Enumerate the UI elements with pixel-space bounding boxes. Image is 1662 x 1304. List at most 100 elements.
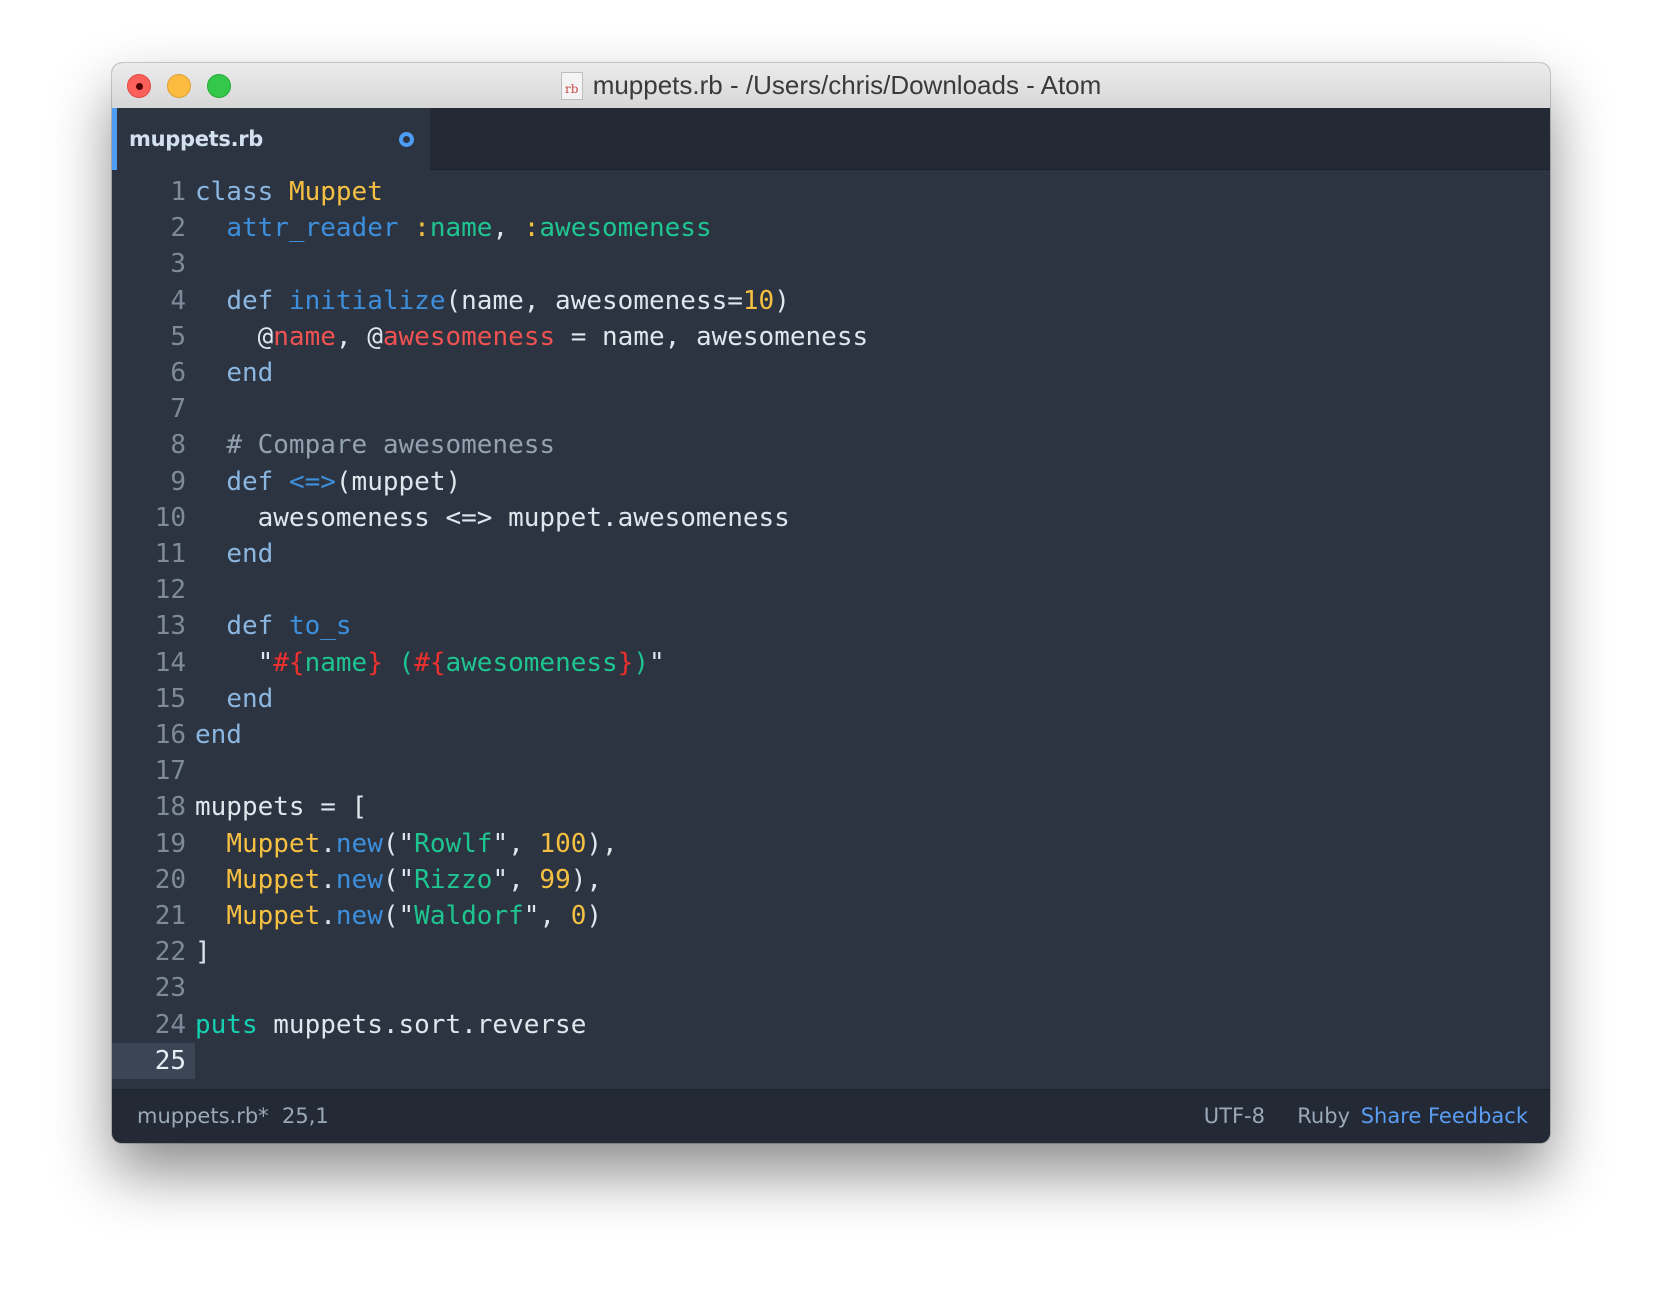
token-interp: }	[617, 647, 634, 678]
text-cursor	[195, 1046, 197, 1076]
token-kw: end	[226, 358, 274, 388]
line-number[interactable]: 2	[112, 210, 186, 246]
text-editor[interactable]: 1 class Muppet 2 attr_reader :name, :aweso…	[112, 170, 1550, 1090]
token-plain: "	[195, 647, 274, 678]
code-line[interactable]: 24 puts muppets.sort.reverse	[112, 1007, 1550, 1043]
token-sym: awesomeness	[539, 213, 712, 244]
line-number[interactable]: 22	[112, 934, 186, 970]
code-line[interactable]: 16 end	[112, 717, 1550, 753]
status-file-name[interactable]: muppets.rb*	[137, 1104, 269, 1128]
token-kw: end	[195, 720, 242, 750]
token-plain: muppets = [	[195, 792, 368, 823]
line-code: ]	[195, 934, 211, 970]
line-number[interactable]: 9	[112, 464, 186, 500]
line-number[interactable]: 11	[112, 536, 186, 572]
line-code: Muppet.new("Rowlf", 100),	[195, 826, 618, 862]
status-grammar[interactable]: Ruby	[1297, 1104, 1350, 1128]
token-plain: ),	[586, 828, 618, 859]
line-number[interactable]: 5	[112, 319, 186, 355]
token-plain: awesomeness <=> muppet.awesomeness	[195, 502, 790, 533]
token-str: (	[382, 647, 415, 678]
line-code: awesomeness <=> muppet.awesomeness	[195, 500, 790, 536]
status-cursor-position[interactable]: 25,1	[282, 1104, 329, 1128]
status-encoding[interactable]: UTF-8	[1204, 1104, 1265, 1128]
code-line[interactable]: 6 end	[112, 355, 1550, 391]
code-line[interactable]: 8 # Compare awesomeness	[112, 427, 1550, 463]
line-number[interactable]: 17	[112, 753, 186, 789]
token-cm: # Compare awesomeness	[226, 430, 556, 461]
line-number[interactable]: 21	[112, 898, 186, 934]
tab-bar: muppets.rb	[112, 108, 1550, 170]
line-number[interactable]: 6	[112, 355, 186, 391]
code-line[interactable]: 25	[112, 1042, 1550, 1079]
code-line[interactable]: 19 Muppet.new("Rowlf", 100),	[112, 826, 1550, 862]
line-number[interactable]: 14	[112, 645, 186, 681]
title-bar[interactable]: rb muppets.rb - /Users/chris/Downloads -…	[112, 63, 1550, 109]
line-code: "#{name} (#{awesomeness})"	[195, 645, 665, 681]
line-number[interactable]: 23	[112, 970, 186, 1006]
line-number[interactable]: 16	[112, 717, 186, 753]
token-plain: ),	[570, 864, 603, 895]
code-line[interactable]: 9 def <=>(muppet)	[112, 464, 1550, 500]
token-fn: to_s	[288, 611, 352, 642]
code-line[interactable]: 21 Muppet.new("Waldorf", 0)	[112, 898, 1550, 934]
line-number[interactable]: 3	[112, 246, 186, 282]
line-number[interactable]: 20	[112, 862, 186, 898]
token-cls: Muppet	[226, 901, 321, 931]
code-line[interactable]: 7	[112, 391, 1550, 427]
token-str: Rowlf	[414, 828, 493, 859]
code-line[interactable]: 3	[112, 246, 1550, 282]
line-number[interactable]: 25	[112, 1042, 195, 1079]
line-number[interactable]: 18	[112, 789, 186, 825]
code-line[interactable]: 13 def to_s	[112, 608, 1550, 644]
line-number[interactable]: 1	[112, 174, 186, 210]
line-number[interactable]: 24	[112, 1007, 186, 1043]
modified-indicator-icon[interactable]	[399, 132, 414, 147]
code-line[interactable]: 1 class Muppet	[112, 174, 1550, 210]
code-line[interactable]: 5 @name, @awesomeness = name, awesomenes…	[112, 319, 1550, 355]
token-num: 10	[742, 285, 775, 316]
line-number[interactable]: 7	[112, 391, 186, 427]
token-plain: .	[320, 828, 336, 859]
token-cls: Muppet	[226, 828, 321, 859]
share-feedback-link[interactable]: Share Feedback	[1361, 1104, 1528, 1128]
token-ivar: awesomeness	[382, 321, 556, 352]
code-line[interactable]: 14 "#{name} (#{awesomeness})"	[112, 645, 1550, 681]
token-plain: muppets.sort.reverse	[257, 1009, 587, 1040]
code-line[interactable]: 2 attr_reader :name, :awesomeness	[112, 210, 1550, 246]
code-line[interactable]: 18 muppets = [	[112, 789, 1550, 825]
code-line[interactable]: 12	[112, 572, 1550, 608]
code-line[interactable]: 20 Muppet.new("Rizzo", 99),	[112, 862, 1550, 898]
token-fn: new	[335, 828, 383, 859]
line-code: class Muppet	[195, 174, 383, 210]
code-line[interactable]: 15 end	[112, 681, 1550, 717]
token-interp: #{	[414, 647, 446, 678]
code-line[interactable]: 23	[112, 970, 1550, 1006]
code-line[interactable]: 17	[112, 753, 1550, 789]
tab-muppets-rb[interactable]: muppets.rb	[112, 108, 430, 170]
code-line[interactable]: 4 def initialize(name, awesomeness=10)	[112, 283, 1550, 319]
line-number[interactable]: 4	[112, 283, 186, 319]
line-number[interactable]: 15	[112, 681, 186, 717]
token-plain: .	[320, 864, 336, 895]
code-line[interactable]: 22]	[112, 934, 1550, 970]
line-number[interactable]: 19	[112, 826, 186, 862]
token-str: awesomeness	[445, 647, 618, 678]
token-kw: class	[195, 177, 274, 207]
line-number[interactable]: 8	[112, 427, 186, 463]
code-line[interactable]: 11 end	[112, 536, 1550, 572]
code-line[interactable]: 10 awesomeness <=> muppet.awesomeness	[112, 500, 1550, 536]
line-number[interactable]: 12	[112, 572, 186, 608]
line-number[interactable]: 13	[112, 608, 186, 644]
status-bar: muppets.rb* 25,1 UTF-8 Ruby Share Feedba…	[112, 1089, 1550, 1143]
token-cls: :	[523, 213, 540, 244]
line-number[interactable]: 10	[112, 500, 186, 536]
